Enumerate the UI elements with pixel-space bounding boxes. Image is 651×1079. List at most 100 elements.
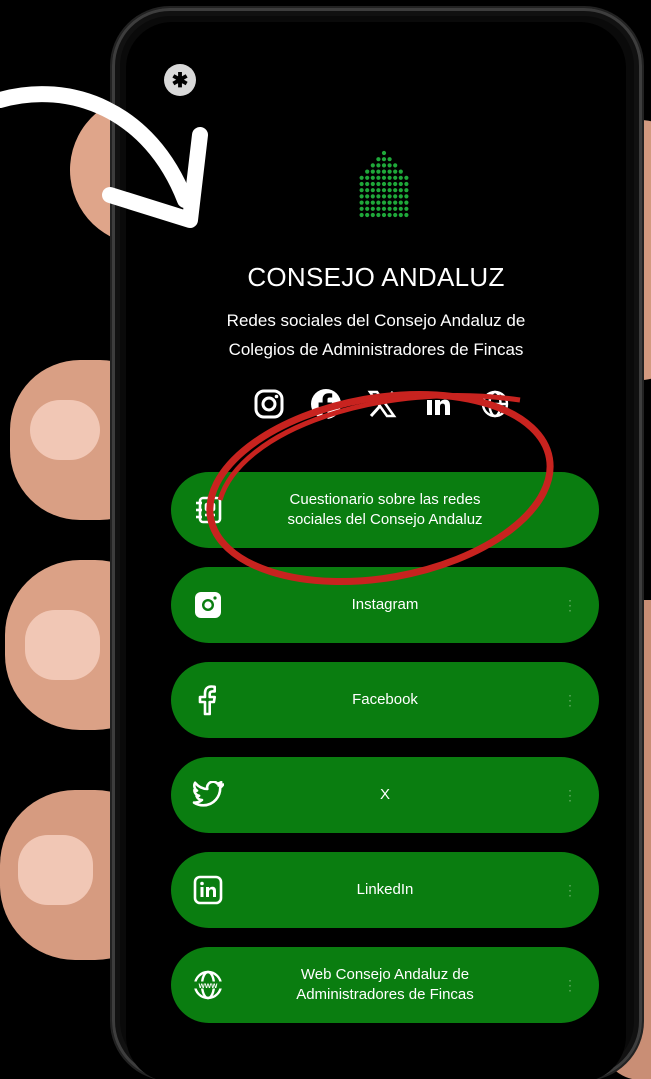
twitter-icon bbox=[191, 778, 225, 812]
logo-dot bbox=[376, 206, 381, 211]
logo-dot bbox=[370, 206, 375, 211]
logo-dot bbox=[393, 188, 398, 193]
logo-dot bbox=[370, 188, 375, 193]
link-label-line: Web Consejo Andaluz de bbox=[300, 966, 470, 983]
profile-subtitle: Redes sociales del Consejo Andaluz de Co… bbox=[166, 306, 586, 364]
logo-dot bbox=[393, 206, 398, 211]
logo-dot bbox=[381, 206, 387, 211]
logo-dot bbox=[359, 206, 364, 211]
logo-dot bbox=[365, 175, 370, 180]
link-label: Web Consejo Andaluz de Administradores d… bbox=[296, 965, 474, 1005]
logo-dot bbox=[381, 150, 387, 156]
logo-dot bbox=[404, 188, 409, 193]
link-label: LinkedIn bbox=[356, 881, 414, 898]
logo-dot bbox=[365, 188, 370, 193]
logo-dot bbox=[365, 206, 370, 211]
finger-nail bbox=[18, 835, 93, 905]
logo-dot bbox=[370, 212, 375, 218]
kebab-menu-icon[interactable]: ⋮ bbox=[563, 693, 577, 707]
logo-dot bbox=[365, 181, 370, 187]
logo-dot bbox=[404, 194, 409, 199]
logo-dot bbox=[387, 212, 392, 218]
logo-dot bbox=[393, 181, 398, 187]
profile-title: CONSEJO ANDALUZ bbox=[247, 262, 505, 292]
logo-dot bbox=[398, 194, 403, 199]
logo-dot bbox=[370, 181, 375, 187]
link-button-linkedin[interactable]: LinkedIn ⋮ bbox=[171, 852, 599, 928]
photo-scene: ✱ CONSEJO ANDALUZ Redes sociales del Con… bbox=[0, 0, 651, 1079]
logo-dot bbox=[370, 169, 375, 174]
kebab-menu-icon[interactable]: ⋮ bbox=[563, 978, 577, 992]
logo-dot bbox=[398, 188, 403, 193]
logo-dot bbox=[381, 181, 387, 187]
logo-dot bbox=[398, 212, 403, 218]
facebook-icon bbox=[191, 683, 225, 717]
logo-dot bbox=[404, 181, 409, 187]
logo-dot bbox=[370, 194, 375, 199]
logo-dot bbox=[370, 200, 375, 205]
logo-dot bbox=[359, 181, 364, 187]
logo-dot bbox=[404, 212, 409, 218]
link-button-facebook[interactable]: Facebook ⋮ bbox=[171, 662, 599, 738]
logo-dot bbox=[376, 175, 381, 180]
linkedin-icon bbox=[191, 873, 225, 907]
link-button-x[interactable]: X ⋮ bbox=[171, 757, 599, 833]
logo-dot bbox=[376, 212, 381, 218]
logo-dot bbox=[404, 206, 409, 211]
logo-dot bbox=[393, 169, 398, 174]
logo-dot bbox=[393, 200, 398, 205]
logo-dot bbox=[370, 175, 375, 180]
logo-dot bbox=[387, 175, 392, 180]
subtitle-line: Colegios de Administradores de Fincas bbox=[228, 340, 524, 359]
link-label: Facebook bbox=[352, 691, 418, 708]
logo-dot bbox=[387, 206, 392, 211]
logo-dot bbox=[398, 181, 403, 187]
logo-dot bbox=[381, 200, 387, 205]
subtitle-line: Redes sociales del Consejo Andaluz de bbox=[226, 311, 526, 330]
logo-dot bbox=[398, 206, 403, 211]
logo-dot bbox=[365, 194, 370, 199]
logo-dot bbox=[381, 175, 387, 180]
logo-dot bbox=[381, 188, 387, 193]
logo-dot bbox=[387, 169, 392, 174]
logo-dot bbox=[376, 181, 381, 187]
logo-dot bbox=[387, 194, 392, 199]
logo-dot bbox=[376, 169, 381, 174]
logo-dot bbox=[359, 194, 364, 199]
logo-dot bbox=[376, 200, 381, 205]
logo-dot bbox=[381, 157, 387, 162]
finger-nail bbox=[30, 400, 100, 460]
logo-dot bbox=[376, 194, 381, 199]
link-label: X bbox=[379, 786, 390, 803]
logo-dot bbox=[359, 212, 364, 218]
logo-dot bbox=[404, 175, 409, 180]
logo-dot bbox=[398, 169, 403, 174]
kebab-menu-icon[interactable]: ⋮ bbox=[563, 598, 577, 612]
annotation-circle bbox=[206, 390, 554, 586]
link-label-line: Administradores de Fincas bbox=[296, 986, 474, 1003]
logo-dot bbox=[359, 175, 364, 180]
logo-dot bbox=[387, 188, 392, 193]
svg-text:www: www bbox=[198, 981, 218, 990]
house-logo-icon bbox=[359, 150, 409, 218]
logo-dot bbox=[370, 163, 375, 168]
logo-dot bbox=[376, 188, 381, 193]
kebab-menu-icon[interactable]: ⋮ bbox=[563, 788, 577, 802]
logo-dot bbox=[381, 194, 387, 199]
www-icon: www bbox=[191, 968, 225, 1002]
logo-dot bbox=[365, 200, 370, 205]
logo-dot bbox=[381, 212, 387, 218]
logo-dot bbox=[398, 200, 403, 205]
logo-dot bbox=[365, 169, 370, 174]
logo-dot bbox=[387, 163, 392, 168]
logo-dot bbox=[359, 200, 364, 205]
logo-dot bbox=[387, 181, 392, 187]
link-button-web[interactable]: www Web Consejo Andaluz de Administrador… bbox=[171, 947, 599, 1023]
logo-dot bbox=[387, 200, 392, 205]
logo-dot bbox=[376, 157, 381, 162]
logo-dot bbox=[404, 200, 409, 205]
logo-dot bbox=[398, 175, 403, 180]
kebab-menu-icon[interactable]: ⋮ bbox=[563, 883, 577, 897]
logo-dot bbox=[359, 188, 364, 193]
finger-nail bbox=[25, 610, 100, 680]
